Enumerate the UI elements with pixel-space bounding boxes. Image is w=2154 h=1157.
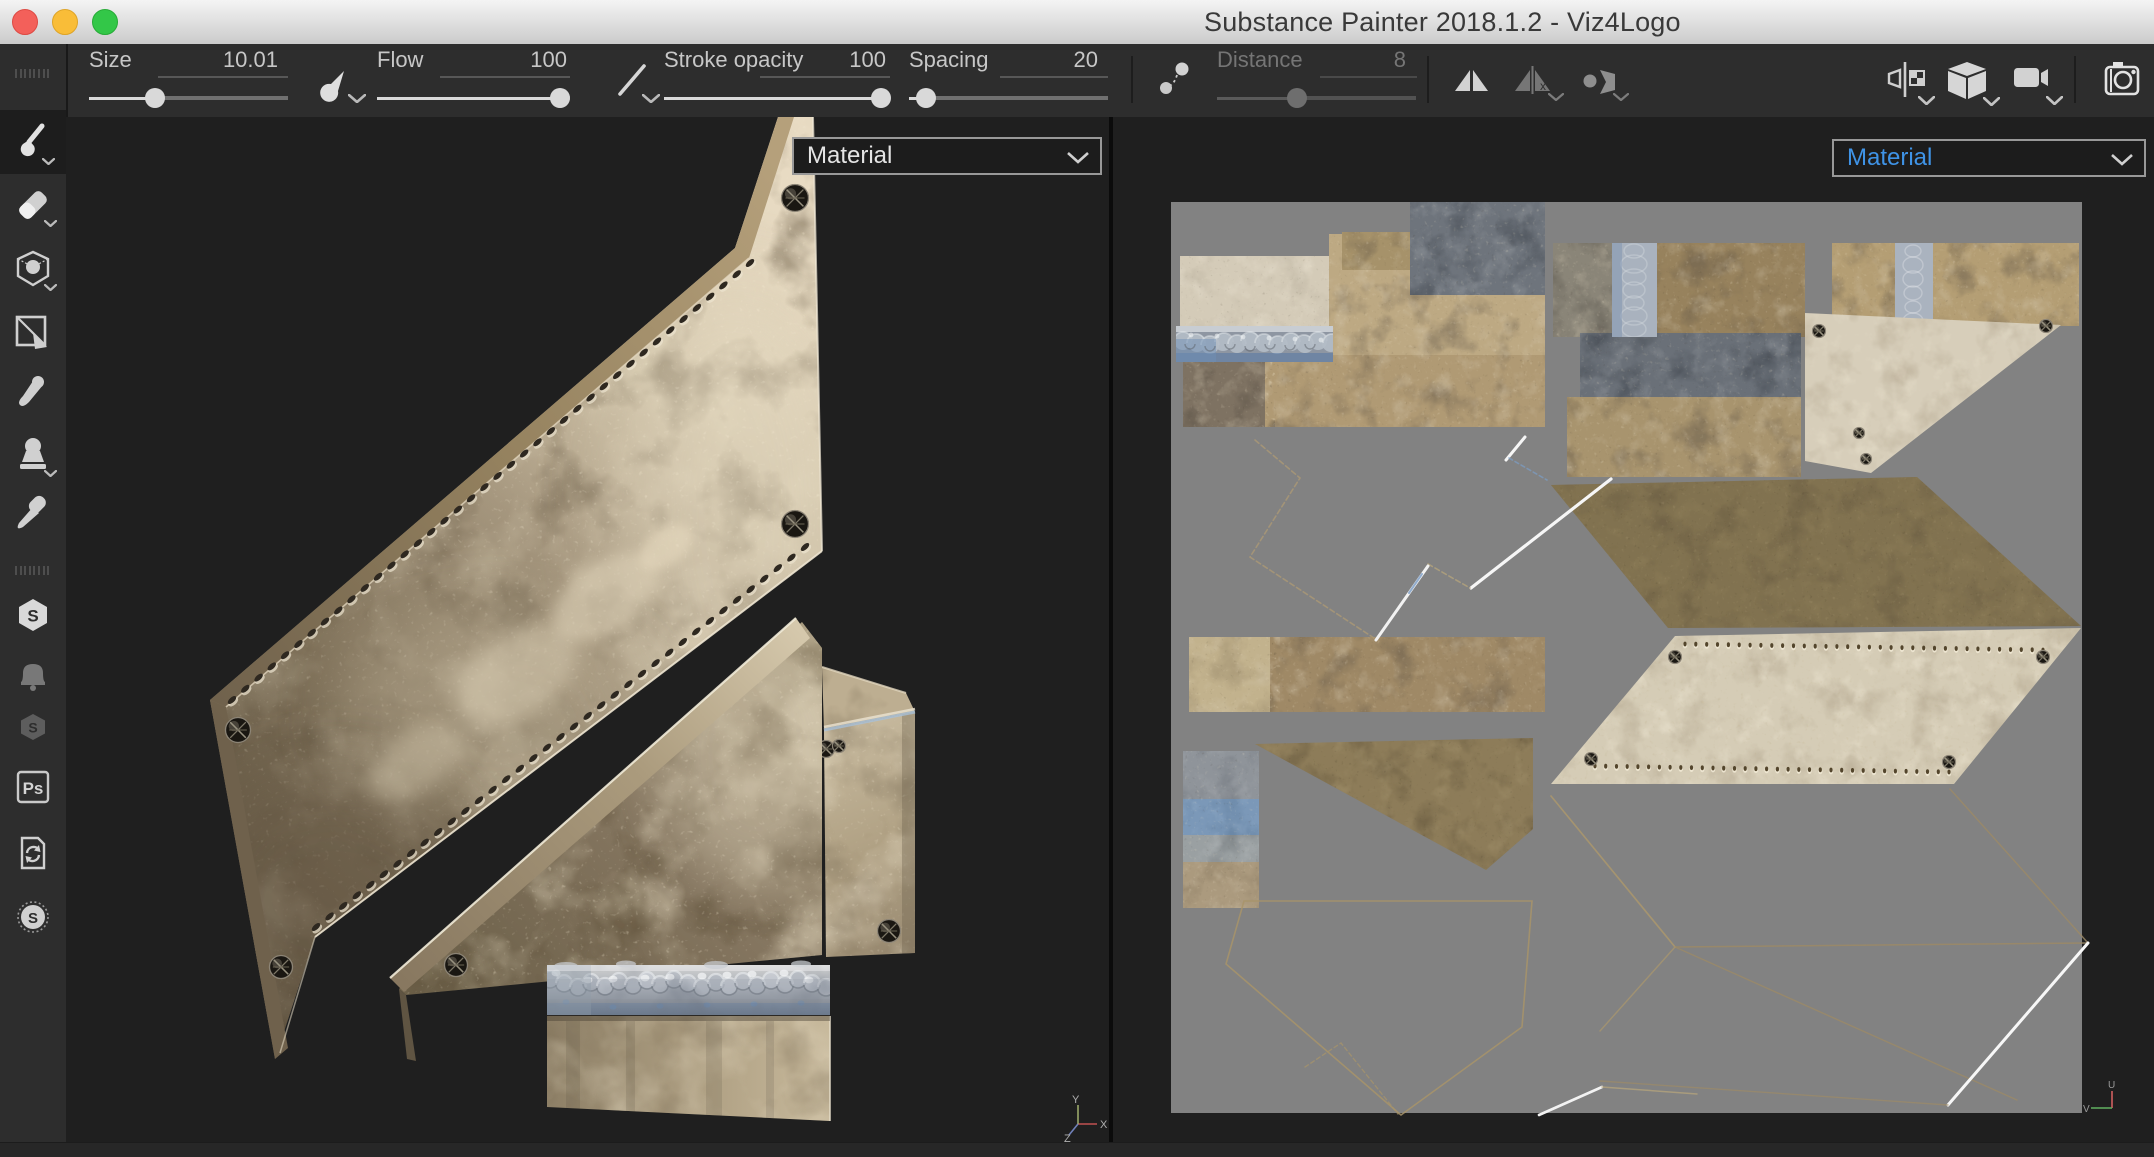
svg-text:U: U bbox=[2108, 1080, 2115, 1091]
svg-text:S: S bbox=[28, 720, 37, 736]
svg-text:Ps: Ps bbox=[23, 779, 44, 798]
svg-text:S: S bbox=[27, 607, 38, 626]
svg-text:V: V bbox=[2083, 1104, 2090, 1115]
svg-text:X: X bbox=[1100, 1119, 1108, 1131]
svg-text:Y: Y bbox=[1072, 1094, 1080, 1106]
svg-text:S: S bbox=[28, 910, 38, 927]
svg-text:Z: Z bbox=[1064, 1133, 1071, 1142]
svg-text:x: x bbox=[1540, 79, 1546, 93]
